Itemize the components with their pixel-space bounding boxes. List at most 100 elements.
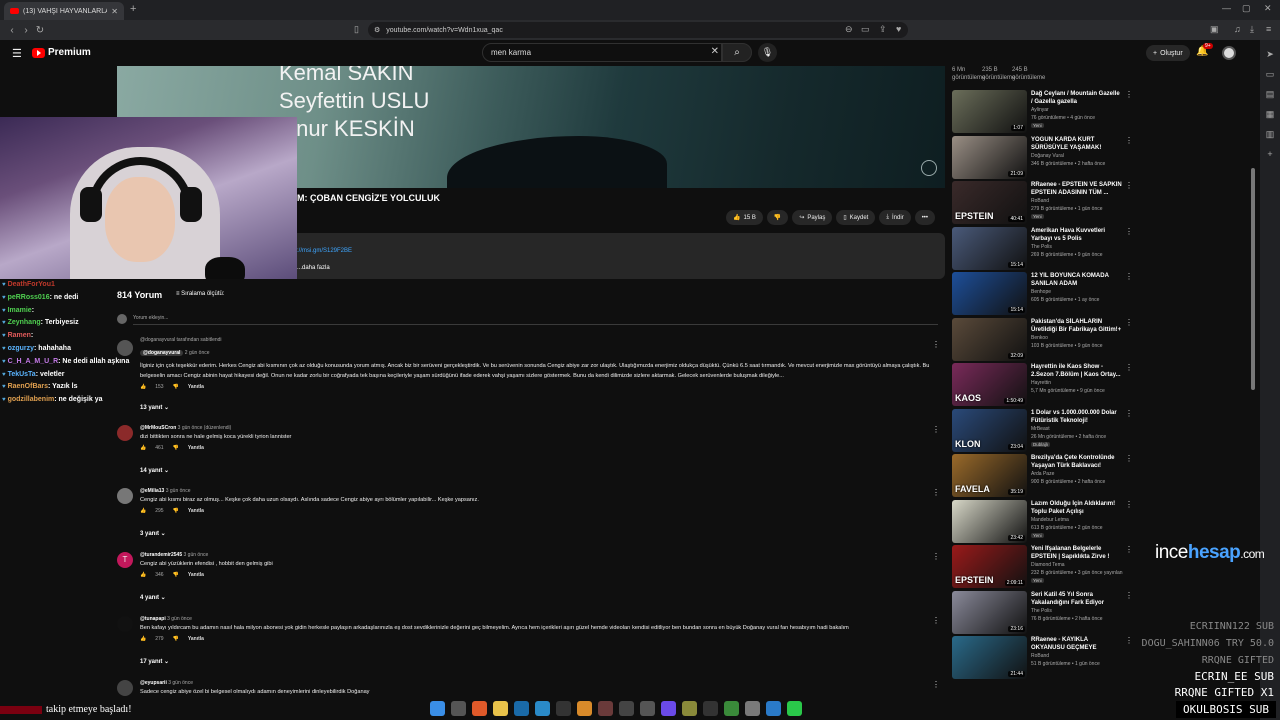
chat-username[interactable]: ozgurzy	[8, 345, 34, 352]
obs-icon[interactable]	[619, 700, 634, 716]
dislike-comment-icon[interactable]: 👎	[173, 636, 179, 642]
app-icon[interactable]	[640, 700, 655, 716]
start-icon[interactable]	[430, 700, 445, 716]
video-menu-icon[interactable]: ⋮	[1125, 363, 1133, 372]
chat-username[interactable]: TekUsTa	[8, 371, 36, 378]
chat-username[interactable]: peRRoss016	[8, 294, 50, 301]
reply-button[interactable]: Yanıtla	[188, 508, 204, 514]
channel-name[interactable]: RoBand	[1031, 653, 1049, 659]
comment-avatar[interactable]: T	[117, 552, 133, 568]
app-icon[interactable]	[724, 700, 739, 716]
app-icon[interactable]	[766, 700, 781, 716]
reply-button[interactable]: Yanıtla	[188, 384, 204, 390]
like-comment-icon[interactable]: 👍	[140, 445, 146, 451]
comment-avatar[interactable]	[117, 680, 133, 696]
comment-author[interactable]: @tunapapi	[140, 616, 166, 622]
comment-author[interactable]: @doganayvural	[140, 350, 184, 356]
recommended-title[interactable]: Dağ Ceylanı / Mountain Gazelle / Gazella…	[1031, 90, 1123, 106]
dislike-button[interactable]: 👎	[766, 210, 789, 225]
video-menu-icon[interactable]: ⋮	[1125, 318, 1133, 327]
more-actions-button[interactable]: •••	[914, 210, 935, 225]
zoom-icon[interactable]: ⊖	[845, 24, 853, 35]
sidebar-games-icon[interactable]: ▦	[1260, 109, 1280, 120]
comment-avatar[interactable]	[117, 616, 133, 632]
channel-name[interactable]: Mandebur Letma	[1031, 517, 1069, 523]
settings-icon[interactable]	[703, 700, 718, 716]
channel-name[interactable]: MrBeast	[1031, 426, 1050, 432]
telegram-icon[interactable]	[535, 700, 550, 716]
video-thumbnail[interactable]: KLON 23:04	[952, 408, 1027, 452]
recommended-title[interactable]: Amerikan Hava Kuvvetleri Yarbayı vs 5 Po…	[1031, 227, 1123, 243]
video-menu-icon[interactable]: ⋮	[1125, 136, 1133, 145]
app-icon[interactable]	[745, 700, 760, 716]
comment-menu-icon[interactable]: ⋮	[932, 552, 940, 561]
video-thumbnail[interactable]: 1:07	[952, 90, 1027, 133]
account-avatar[interactable]	[1222, 46, 1236, 60]
brave-icon[interactable]	[472, 700, 487, 716]
recommended-title[interactable]: 1 Dolar vs 1.000.000.000 Dolar Fütüristi…	[1031, 409, 1123, 425]
sidebar-office-icon[interactable]: ▥	[1260, 129, 1280, 140]
menu-icon[interactable]: ≡	[1266, 24, 1271, 34]
back-icon[interactable]: ‹	[5, 25, 19, 36]
video-menu-icon[interactable]: ⋮	[1125, 500, 1133, 509]
minimize-icon[interactable]: —	[1222, 3, 1231, 13]
comment-author[interactable]: @MrMouSCron	[140, 425, 176, 431]
close-window-icon[interactable]: ✕	[1264, 3, 1272, 14]
recommended-title[interactable]: RRaenee - EPSTEIN VE SAPKIN EPSTEIN ADAS…	[1031, 181, 1123, 197]
sidebar-tools-icon[interactable]: ▤	[1260, 89, 1280, 100]
dislike-comment-icon[interactable]: 👎	[173, 384, 179, 390]
chat-username[interactable]: Imamie	[8, 307, 32, 314]
youtube-premium-logo[interactable]: Premium	[32, 47, 91, 58]
app-icon[interactable]	[577, 700, 592, 716]
recommended-title[interactable]: RRaenee - KAYIKLA OKYANUSU GEÇMEYE ÇALIŞ…	[1031, 636, 1123, 652]
video-thumbnail[interactable]: 15:14	[952, 272, 1027, 315]
comment-menu-icon[interactable]: ⋮	[932, 616, 940, 625]
search-button[interactable]: ⌕	[722, 43, 752, 62]
forward-icon[interactable]: ›	[19, 25, 33, 36]
app-icon[interactable]	[598, 700, 613, 716]
comment-menu-icon[interactable]: ⋮	[932, 340, 940, 349]
like-comment-icon[interactable]: 👍	[140, 636, 146, 642]
video-menu-icon[interactable]: ⋮	[1125, 181, 1133, 190]
sidebar-bag-icon[interactable]: ▭	[1260, 69, 1280, 80]
video-thumbnail[interactable]: 15:14	[952, 226, 1027, 270]
channel-name[interactable]: The Polis	[1031, 244, 1052, 250]
create-button[interactable]: + Oluştur	[1146, 45, 1190, 61]
comment-time[interactable]: 3 gün önce	[166, 488, 191, 494]
clear-search-icon[interactable]: ✕	[711, 46, 719, 57]
search-taskbar-icon[interactable]	[451, 700, 466, 716]
comment-time[interactable]: 3 gün önce	[168, 680, 193, 686]
recommended-title[interactable]: Lazım Olduğu İçin Aldıklarım! Toplu Pake…	[1031, 500, 1123, 516]
dislike-comment-icon[interactable]: 👎	[173, 572, 179, 578]
sidebar-toggle-icon[interactable]: ▣	[1210, 24, 1219, 35]
dislike-comment-icon[interactable]: 👎	[173, 508, 179, 514]
description-link[interactable]: ://msi.gm/S129F2BE	[297, 248, 352, 254]
app-icon[interactable]	[556, 700, 571, 716]
recommended-title[interactable]: YOĞUN KARDA KURT SÜRÜSÜYLE YAŞAMAK!	[1031, 136, 1123, 152]
chat-username[interactable]: Zeynhang	[8, 319, 41, 326]
comment-time[interactable]: 2 gün önce	[185, 350, 210, 356]
screenshot-icon[interactable]: ▭	[861, 24, 870, 35]
video-menu-icon[interactable]: ⋮	[1125, 591, 1133, 600]
share-icon[interactable]: ⇪	[879, 24, 887, 35]
hamburger-menu-icon[interactable]: ☰	[12, 47, 22, 60]
reply-button[interactable]: Yanıtla	[188, 572, 204, 578]
recommended-video[interactable]: KLON 23:04 1 Dolar vs 1.000.000.000 Dolar …	[952, 408, 1140, 453]
app-icon[interactable]	[682, 700, 697, 716]
chat-username[interactable]: Ramen	[8, 332, 31, 339]
download-button[interactable]: ⤓ İndir	[879, 210, 911, 225]
tab-youtube[interactable]: (13) VAHŞİ HAYVANLARLA ARKA ✕	[4, 2, 124, 20]
recommended-video[interactable]: 32:09 Pakistan'da SİLAHLARIN Üretildiği B…	[952, 317, 1140, 362]
like-comment-icon[interactable]: 👍	[140, 572, 146, 578]
shield-icon[interactable]: ♥	[896, 24, 901, 34]
view-replies-button[interactable]: 3 yanıt ⌄	[140, 530, 166, 537]
recommended-video[interactable]: KAOS 1:50:49 Hayrettin ile Kaos Show - 2.S…	[952, 363, 1140, 407]
dislike-comment-icon[interactable]: 👎	[173, 445, 179, 451]
reload-icon[interactable]: ↻	[33, 25, 47, 36]
share-button[interactable]: ↪ Paylaş	[792, 210, 833, 225]
chat-username[interactable]: C_H_A_M_U_R	[8, 358, 59, 365]
view-replies-button[interactable]: 13 yanıt ⌄	[140, 404, 169, 411]
channel-name[interactable]: Benkoo	[1031, 335, 1048, 341]
recommended-video[interactable]: 21:09 YOĞUN KARDA KURT SÜRÜSÜYLE YAŞAMAK!…	[952, 135, 1140, 180]
like-button[interactable]: 👍 15 B	[726, 210, 763, 225]
